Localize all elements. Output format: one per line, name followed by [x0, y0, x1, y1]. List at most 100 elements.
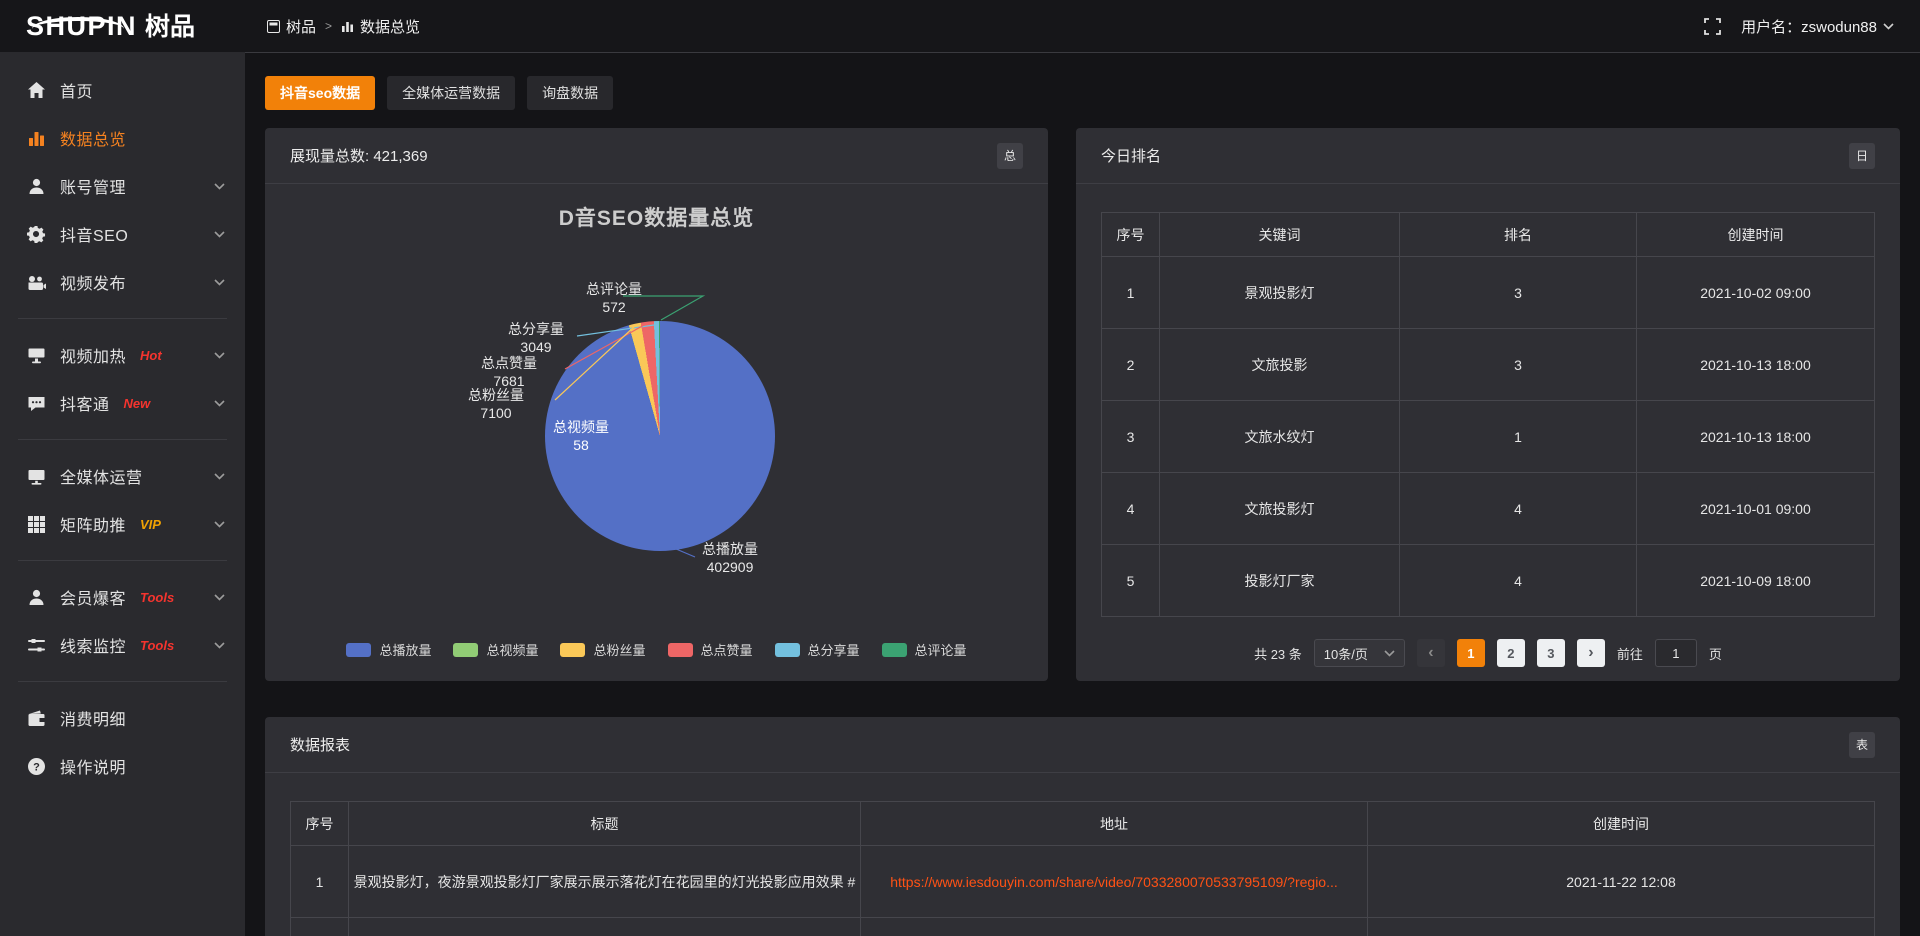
gear-icon — [27, 225, 46, 244]
chevron-down-icon — [214, 594, 225, 601]
sidebar-item-video-publish[interactable]: 视频发布 — [0, 258, 245, 306]
pie-label-fans: 总粉丝量 7100 — [441, 386, 551, 422]
page-button-2[interactable]: 2 — [1497, 639, 1525, 667]
sidebar-item-member-baoke[interactable]: 会员爆客 Tools — [0, 573, 245, 621]
bar-chart-icon — [27, 129, 46, 148]
goto-page-input[interactable] — [1655, 639, 1697, 667]
wallet-icon — [27, 709, 46, 728]
col-rank: 排名 — [1400, 213, 1637, 257]
person-icon — [27, 588, 46, 607]
video-camera-icon — [27, 273, 46, 292]
message-bubble-icon — [27, 394, 46, 413]
fullscreen-icon[interactable] — [1704, 18, 1721, 35]
table-toggle-button[interactable]: 表 — [1849, 732, 1875, 758]
sidebar-divider — [18, 439, 227, 440]
ranking-panel-title: 今日排名 — [1101, 145, 1161, 166]
sidebar-item-data-overview[interactable]: 数据总览 — [0, 114, 245, 162]
legend-swatch — [882, 643, 907, 657]
sidebar-item-home[interactable]: 首页 — [0, 66, 245, 114]
tools-badge: Tools — [140, 590, 174, 605]
tab-inquiry-data[interactable]: 询盘数据 — [527, 76, 613, 110]
topbar: SHUPIN 树品 树品 > 数据总览 用户名：zswodun88 — [0, 0, 1920, 52]
today-ranking-panel: 今日排名 日 序号 关键词 排名 创建时间 — [1076, 128, 1900, 681]
legend-swatch — [775, 643, 800, 657]
legend-swatch — [560, 643, 585, 657]
seo-panel-header: 展现量总数: 421,369 总 — [265, 128, 1048, 184]
col-index: 序号 — [291, 802, 349, 846]
ranking-table-area: 序号 关键词 排名 创建时间 1 景观投影灯 3 2021-10 — [1076, 184, 1900, 681]
chevron-down-icon — [214, 279, 225, 286]
seo-data-panel: 展现量总数: 421,369 总 D音SEO数据量总览 总评论量 — [265, 128, 1048, 681]
hot-badge: Hot — [140, 348, 162, 363]
legend-item-shares[interactable]: 总分享量 — [775, 640, 860, 659]
vip-badge: VIP — [140, 517, 161, 532]
day-toggle-button[interactable]: 日 — [1849, 143, 1875, 169]
impressions-total: 展现量总数: 421,369 — [290, 145, 428, 166]
table-row: 4 文旅投影灯 4 2021-10-01 09:00 — [1102, 473, 1875, 545]
report-table-area: 序号 标题 地址 创建时间 1 景观投影灯，夜游景观投影灯厂家展示展示落花灯在花… — [265, 773, 1900, 936]
breadcrumb-item-current[interactable]: 数据总览 — [341, 16, 420, 37]
tab-media-operation-data[interactable]: 全媒体运营数据 — [387, 76, 515, 110]
legend-item-likes[interactable]: 总点赞量 — [668, 640, 753, 659]
breadcrumb: 树品 > 数据总览 — [267, 16, 420, 37]
chevron-down-icon — [214, 473, 225, 480]
sidebar-item-matrix-boost[interactable]: 矩阵助推 VIP — [0, 500, 245, 548]
data-report-panel: 数据报表 表 序号 标题 地址 创建时间 — [265, 717, 1900, 936]
col-url: 地址 — [861, 802, 1368, 846]
table-row: 3 文旅水纹灯 1 2021-10-13 18:00 — [1102, 401, 1875, 473]
report-table: 序号 标题 地址 创建时间 1 景观投影灯，夜游景观投影灯厂家展示展示落花灯在花… — [290, 801, 1875, 936]
video-link[interactable]: https://www.iesdouyin.com/share/video/70… — [890, 874, 1338, 890]
legend-item-plays[interactable]: 总播放量 — [346, 640, 431, 659]
ranking-panel-header: 今日排名 日 — [1076, 128, 1900, 184]
breadcrumb-separator: > — [325, 19, 332, 33]
legend-item-comments[interactable]: 总评论量 — [882, 640, 967, 659]
legend-item-videos[interactable]: 总视频量 — [453, 640, 538, 659]
page-size-select[interactable]: 10条/页 — [1314, 639, 1405, 667]
chevron-down-icon — [214, 352, 225, 359]
sidebar-item-video-heat[interactable]: 视频加热 Hot — [0, 331, 245, 379]
legend-item-fans[interactable]: 总粉丝量 — [560, 640, 645, 659]
breadcrumb-item-home[interactable]: 树品 — [267, 16, 316, 37]
data-tabs: 抖音seo数据 全媒体运营数据 询盘数据 — [265, 76, 1900, 110]
col-index: 序号 — [1102, 213, 1160, 257]
chart-legend: 总播放量 总视频量 总粉丝量 总点赞量 总分享量 总评论量 — [265, 640, 1048, 659]
sidebar-item-douyin-seo[interactable]: 抖音SEO — [0, 210, 245, 258]
tab-douyin-seo-data[interactable]: 抖音seo数据 — [265, 76, 375, 110]
prev-page-button[interactable]: ‹ — [1417, 639, 1445, 667]
chevron-down-icon — [1384, 650, 1395, 657]
bar-chart-icon — [341, 20, 354, 33]
ranking-table: 序号 关键词 排名 创建时间 1 景观投影灯 3 2021-10 — [1101, 212, 1875, 617]
sidebar-item-consumption-detail[interactable]: 消费明细 — [0, 694, 245, 742]
sidebar-item-douketong[interactable]: 抖客通 New — [0, 379, 245, 427]
table-header-row: 序号 标题 地址 创建时间 — [291, 802, 1875, 846]
next-page-button[interactable]: › — [1577, 639, 1605, 667]
table-row: 1 景观投影灯，夜游景观投影灯厂家展示展示落花灯在花园里的灯光投影应用效果 # … — [291, 846, 1875, 918]
sidebar-item-account[interactable]: 账号管理 — [0, 162, 245, 210]
pie-label-likes: 总点赞量 7681 — [454, 354, 564, 390]
sidebar-divider — [18, 318, 227, 319]
chevron-down-icon — [214, 231, 225, 238]
user-menu[interactable]: 用户名：zswodun88 — [1741, 16, 1894, 37]
home-icon — [27, 81, 46, 100]
sliders-icon — [27, 636, 46, 655]
sidebar-item-media-operation[interactable]: 全媒体运营 — [0, 452, 245, 500]
sidebar-item-help[interactable]: ? 操作说明 — [0, 742, 245, 790]
sidebar: 首页 数据总览 账号管理 抖音SEO 视频发布 视频加热 Hot — [0, 52, 245, 936]
table-row: 1 景观投影灯 3 2021-10-02 09:00 — [1102, 257, 1875, 329]
new-badge: New — [124, 396, 151, 411]
col-created: 创建时间 — [1637, 213, 1875, 257]
sidebar-item-lead-monitor[interactable]: 线索监控 Tools — [0, 621, 245, 669]
logo-cn: 树品 — [145, 15, 195, 40]
goto-suffix: 页 — [1709, 644, 1722, 663]
page-button-1[interactable]: 1 — [1457, 639, 1485, 667]
legend-swatch — [668, 643, 693, 657]
chevron-down-icon — [214, 400, 225, 407]
username-label: 用户名：zswodun88 — [1741, 16, 1877, 37]
pie-chart-area: D音SEO数据量总览 总评论量 572 总分享量 — [265, 184, 1048, 681]
page-button-3[interactable]: 3 — [1537, 639, 1565, 667]
total-toggle-button[interactable]: 总 — [997, 143, 1023, 169]
pie-label-comments: 总评论量 572 — [559, 280, 669, 316]
table-row: 5 投影灯厂家 4 2021-10-09 18:00 — [1102, 545, 1875, 617]
topbar-right: 用户名：zswodun88 — [1704, 16, 1920, 37]
legend-swatch — [346, 643, 371, 657]
